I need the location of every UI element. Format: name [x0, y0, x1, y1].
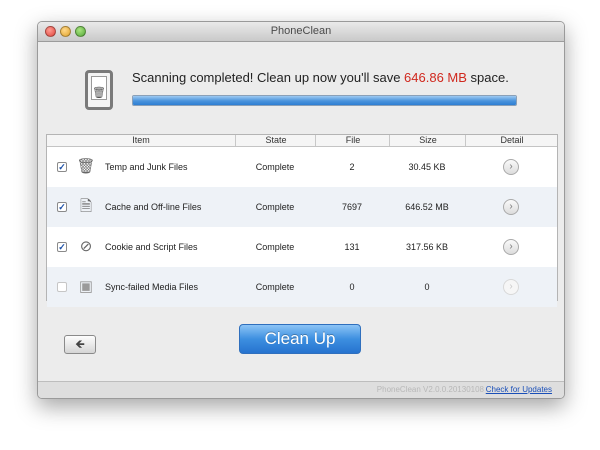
row-file-count: 0 — [349, 282, 355, 292]
results-table: Item State File Size Detail ✓ 🗑 Temp and… — [46, 134, 558, 307]
row-file-count: 7697 — [341, 202, 363, 212]
detail-chevron-icon[interactable]: › — [503, 279, 519, 295]
row-state: Complete — [255, 282, 295, 292]
compass-icon: ⊘ — [79, 238, 93, 255]
table-row: ✓ 🗎 Cache and Off-line Files Complete 76… — [47, 187, 557, 227]
row-size: 646.52 MB — [405, 202, 449, 212]
row-file-count: 2 — [349, 162, 355, 172]
row-size: 30.45 KB — [408, 162, 446, 172]
row-size: 317.56 KB — [405, 242, 449, 252]
check-updates-link[interactable]: Check for Updates — [486, 385, 552, 394]
row-checkbox[interactable]: ✓ — [57, 282, 67, 292]
row-size: 0 — [424, 282, 430, 292]
row-item-name: Cookie and Script Files — [105, 242, 198, 252]
cache-document-icon: 🗎 — [79, 198, 93, 215]
column-header-file[interactable]: File — [315, 135, 390, 146]
row-item-name: Temp and Junk Files — [105, 162, 188, 172]
row-state: Complete — [255, 202, 295, 212]
back-button[interactable]: 🡸 — [64, 335, 96, 354]
table-header: Item State File Size Detail — [47, 135, 557, 147]
column-header-detail[interactable]: Detail — [465, 135, 558, 146]
detail-chevron-icon[interactable]: › — [503, 159, 519, 175]
detail-chevron-icon[interactable]: › — [503, 199, 519, 215]
table-row: ✓ 🗑 Temp and Junk Files Complete 2 30.45… — [47, 147, 557, 187]
trash-icon: 🗑 — [76, 158, 96, 175]
row-item-name: Sync-failed Media Files — [105, 282, 199, 292]
row-item-name: Cache and Off-line Files — [105, 202, 202, 212]
row-checkbox[interactable]: ✓ — [57, 162, 67, 172]
scan-message-prefix: Scanning completed! Clean up now you'll … — [132, 70, 405, 85]
scan-progress-fill — [133, 96, 516, 105]
row-checkbox[interactable]: ✓ — [57, 242, 67, 252]
version-label: PhoneClean V2.0.0.20130108 — [376, 385, 484, 394]
window-title: PhoneClean — [270, 25, 332, 37]
table-row: ✓ ⊘ Cookie and Script Files Complete 131… — [47, 227, 557, 267]
column-header-size[interactable]: Size — [389, 135, 466, 146]
scan-result-message: Scanning completed! Clean up now you'll … — [132, 70, 509, 85]
media-sync-icon: ▣ — [78, 278, 94, 295]
scan-message-suffix: space. — [466, 70, 509, 85]
app-window: PhoneClean 🗑 Scanning completed! Clean u… — [37, 21, 565, 399]
column-header-state[interactable]: State — [235, 135, 316, 146]
status-bar: PhoneClean V2.0.0.20130108 Check for Upd… — [38, 381, 564, 398]
row-state: Complete — [255, 242, 295, 252]
row-file-count: 131 — [344, 242, 360, 252]
row-state: Complete — [255, 162, 295, 172]
detail-chevron-icon[interactable]: › — [503, 239, 519, 255]
row-checkbox[interactable]: ✓ — [57, 202, 67, 212]
column-header-item[interactable]: Item — [47, 135, 235, 146]
title-bar: PhoneClean — [38, 22, 564, 42]
device-trash-icon: 🗑 — [85, 70, 113, 110]
saved-size: 646.86 MB — [404, 70, 467, 85]
table-row: ✓ ▣ Sync-failed Media Files Complete 0 0… — [47, 267, 557, 307]
scan-progress-bar — [132, 95, 517, 106]
clean-up-button[interactable]: Clean Up — [239, 324, 361, 354]
back-arrow-icon: 🡸 — [75, 337, 85, 351]
